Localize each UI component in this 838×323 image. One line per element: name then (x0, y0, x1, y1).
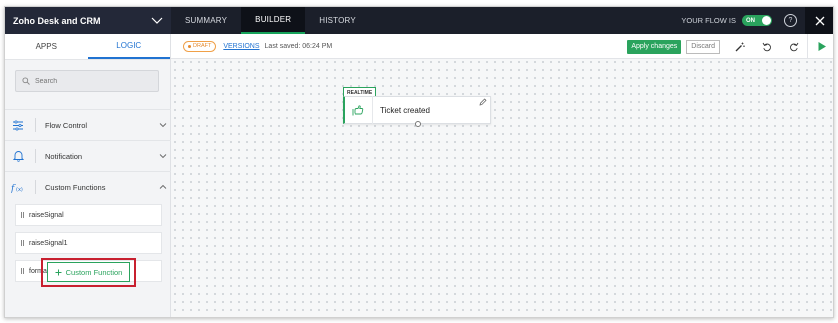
connector-port[interactable] (415, 121, 421, 127)
plus-icon (55, 269, 62, 275)
play-icon[interactable] (808, 34, 833, 59)
app-switcher[interactable]: Zoho Desk and CRM (5, 7, 171, 34)
section-notification[interactable]: Notification (5, 140, 171, 171)
redo-icon[interactable] (780, 34, 807, 59)
function-label: raiseSignal1 (29, 239, 68, 247)
tab-builder[interactable]: BUILDER (241, 7, 306, 34)
section-label: Notification (45, 151, 83, 161)
chevron-down-icon (151, 17, 163, 24)
discard-button[interactable]: Discard (686, 39, 720, 54)
function-icon: f (x) (5, 182, 31, 193)
section-label: Flow Control (45, 120, 88, 130)
status-dot (188, 44, 191, 48)
last-saved-text: Last saved: 06:24 PM (264, 42, 333, 50)
flow-toggle[interactable]: ON (742, 15, 772, 26)
app-title: Zoho Desk and CRM (13, 15, 101, 26)
undo-icon[interactable] (753, 34, 780, 59)
tab-summary[interactable]: SUMMARY (171, 7, 241, 34)
flow-status: YOUR FLOW IS ON ? (681, 7, 797, 34)
chevron-down-icon (155, 153, 171, 159)
function-item[interactable]: raiseSignal1 (15, 232, 162, 254)
trigger-node[interactable]: Ticket created (343, 96, 491, 127)
section-divider (35, 180, 36, 194)
magic-wand-icon[interactable] (726, 34, 753, 59)
tab-apps[interactable]: APPS (5, 34, 88, 59)
canvas-toolbar: DRAFT VERSIONS Last saved: 06:24 PM Appl… (171, 34, 833, 59)
chevron-up-icon (155, 184, 171, 190)
chevron-down-icon (155, 122, 171, 128)
search-box (15, 70, 159, 92)
bell-icon (5, 150, 31, 162)
app-window: Zoho Desk and CRM SUMMARY BUILDER HISTOR… (4, 6, 834, 318)
section-divider (35, 149, 36, 163)
toggle-knob (762, 16, 771, 25)
tab-logic[interactable]: LOGIC (87, 34, 170, 59)
close-button[interactable] (805, 7, 833, 34)
add-custom-function-button[interactable]: Custom Function (47, 262, 130, 282)
trigger-icon (345, 96, 373, 124)
drag-handle-icon (21, 268, 24, 274)
custom-function-button-label: Custom Function (65, 267, 123, 277)
top-bar: Zoho Desk and CRM SUMMARY BUILDER HISTOR… (5, 7, 833, 34)
section-label: Custom Functions (45, 182, 106, 192)
versions-link[interactable]: VERSIONS (223, 43, 259, 50)
drag-handle-icon (21, 240, 24, 246)
search-input[interactable] (35, 77, 145, 85)
close-icon (815, 16, 825, 25)
function-item[interactable]: raiseSignal (15, 204, 162, 226)
nav-tabs: SUMMARY BUILDER HISTORY (171, 7, 370, 34)
section-divider (35, 118, 36, 132)
left-panel-tabs: APPS LOGIC (5, 34, 170, 60)
section-flow-control[interactable]: Flow Control (5, 109, 171, 140)
trigger-label: Ticket created (380, 105, 430, 115)
status-badge: DRAFT (183, 40, 217, 52)
edit-icon[interactable] (479, 98, 487, 108)
svg-text:(x): (x) (16, 187, 23, 193)
drag-handle-icon (21, 212, 24, 218)
apply-changes-button[interactable]: Apply changes (627, 39, 682, 54)
status-badge-label: DRAFT (193, 43, 212, 49)
flow-canvas[interactable]: DRAFT VERSIONS Last saved: 06:24 PM Appl… (171, 34, 833, 317)
search-icon (22, 77, 30, 85)
flow-toggle-label: ON (746, 17, 755, 24)
sliders-icon (5, 119, 31, 131)
toolbar-actions: Apply changes Discard (627, 34, 833, 59)
section-custom-functions[interactable]: f (x) Custom Functions (5, 171, 171, 202)
function-label: raiseSignal (29, 211, 64, 219)
tab-history[interactable]: HISTORY (305, 7, 370, 34)
help-icon[interactable]: ? (784, 14, 797, 27)
flow-status-label: YOUR FLOW IS (681, 16, 736, 25)
